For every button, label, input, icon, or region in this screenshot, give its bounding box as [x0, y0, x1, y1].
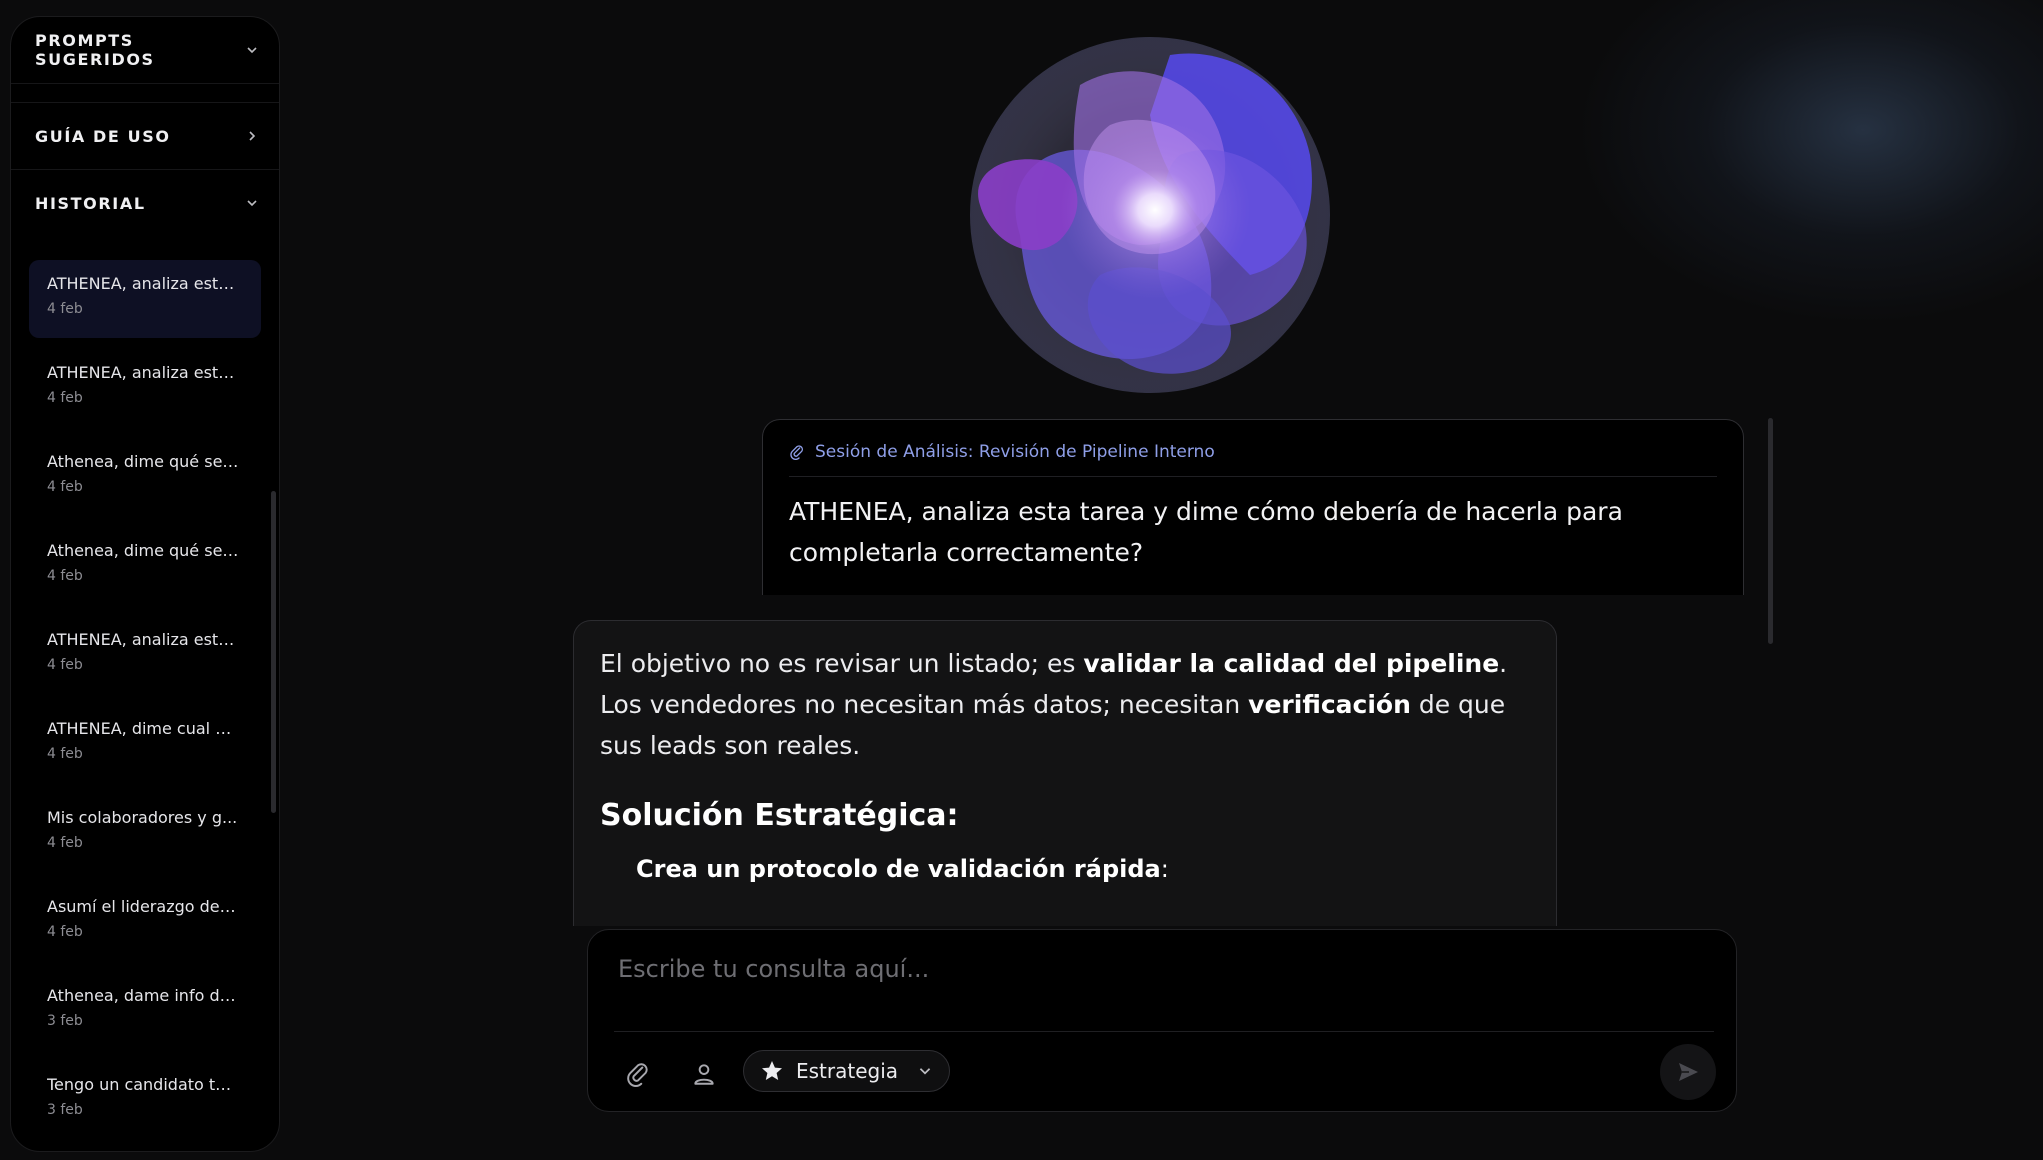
history-item-title: Asumí el liderazgo de ... [47, 897, 239, 916]
history-item-title: Tengo un candidato té... [47, 1075, 239, 1094]
star-icon [762, 1061, 782, 1080]
user-message-text: ATHENEA, analiza esta tarea y dime cómo … [789, 497, 1623, 567]
history-item[interactable]: ATHENEA, dime cual e... 4 feb [29, 705, 261, 783]
composer-divider [614, 1031, 1714, 1032]
section-prompts-label: PROMPTS SUGERIDOS [35, 31, 155, 69]
section-historial[interactable]: HISTORIAL [11, 170, 279, 236]
sidebar-scrollbar[interactable] [271, 491, 276, 813]
session-attachment[interactable]: Sesión de Análisis: Revisión de Pipeline… [789, 442, 1717, 477]
history-item-date: 4 feb [47, 479, 83, 495]
send-icon [1679, 1063, 1698, 1081]
mode-selector[interactable]: Estrategia [743, 1050, 950, 1092]
history-item-date: 4 feb [47, 746, 83, 762]
section-guide-label: GUÍA DE USO [35, 126, 171, 146]
history-item-title: ATHENEA, dime cual e... [47, 719, 239, 738]
user-icon [694, 1064, 714, 1085]
history-item-title: Athenea, dime qué se ... [47, 541, 239, 560]
history-item[interactable]: ATHENEA, analiza esta... 4 feb [29, 349, 261, 427]
chevron-down-icon [247, 200, 257, 207]
history-item-date: 4 feb [47, 301, 83, 317]
history-item-date: 3 feb [47, 1013, 83, 1029]
sidebar: PROMPTS SUGERIDOS GUÍA DE USO HISTORIAL … [10, 16, 280, 1152]
history-item-title: ATHENEA, analiza esta... [47, 363, 239, 382]
history-item-date: 4 feb [47, 835, 83, 851]
chevron-down-icon [247, 47, 257, 54]
history-item[interactable]: Asumí el liderazgo de ... 4 feb [29, 883, 261, 961]
history-item[interactable]: Athenea, dime qué se ... 4 feb [29, 438, 261, 516]
persona-button[interactable] [684, 1054, 724, 1094]
assistant-list-item: Crea un protocolo de validación rápida: [636, 855, 1169, 883]
paperclip-icon [790, 445, 803, 460]
history-item-date: 4 feb [47, 568, 83, 584]
session-label: Sesión de Análisis: Revisión de Pipeline… [815, 442, 1215, 462]
paperclip-icon [627, 1063, 648, 1087]
assistant-heading: Solución Estratégica: [600, 798, 959, 833]
attach-button[interactable] [618, 1054, 658, 1094]
composer: Estrategia [587, 929, 1737, 1112]
send-button[interactable] [1660, 1044, 1716, 1100]
history-item[interactable]: Tengo un candidato té... 3 feb [29, 1061, 261, 1139]
history-item[interactable]: ATHENEA, analiza esta... 4 feb [29, 616, 261, 694]
history-list: ATHENEA, analiza esta... 4 feb ATHENEA, … [11, 236, 279, 1139]
athenea-orb-logo [970, 37, 1330, 393]
section-history-label: HISTORIAL [35, 193, 146, 213]
history-item[interactable]: Mis colaboradores y g... 4 feb [29, 794, 261, 872]
history-item-title: Athenea, dame info de... [47, 986, 239, 1005]
history-item-date: 4 feb [47, 657, 83, 673]
query-input[interactable] [616, 948, 1700, 990]
history-item[interactable]: Athenea, dime qué se ... 4 feb [29, 527, 261, 605]
history-item-title: ATHENEA, analiza esta... [47, 630, 239, 649]
background-glow [1583, 0, 2043, 320]
history-item-date: 4 feb [47, 390, 83, 406]
history-item-title: ATHENEA, analiza esta... [47, 274, 239, 293]
history-item[interactable]: ATHENEA, analiza esta... 4 feb [29, 260, 261, 338]
history-item-date: 3 feb [47, 1102, 83, 1118]
history-item[interactable]: Athenea, dame info de... 3 feb [29, 972, 261, 1050]
chevron-down-icon [919, 1068, 931, 1075]
history-item-date: 4 feb [47, 924, 83, 940]
section-prompts-sugeridos[interactable]: PROMPTS SUGERIDOS [11, 17, 279, 84]
assistant-message-bubble: El objetivo no es revisar un listado; es… [573, 620, 1557, 926]
chevron-right-icon [249, 131, 256, 141]
history-item-title: Athenea, dime qué se ... [47, 452, 239, 471]
user-message-bubble: Sesión de Análisis: Revisión de Pipeline… [762, 419, 1744, 595]
history-item-title: Mis colaboradores y g... [47, 808, 238, 827]
assistant-paragraph: El objetivo no es revisar un listado; es… [600, 649, 1508, 760]
mode-label: Estrategia [796, 1059, 899, 1083]
section-guia-de-uso[interactable]: GUÍA DE USO [11, 103, 279, 170]
chat-scrollbar[interactable] [1768, 418, 1773, 644]
